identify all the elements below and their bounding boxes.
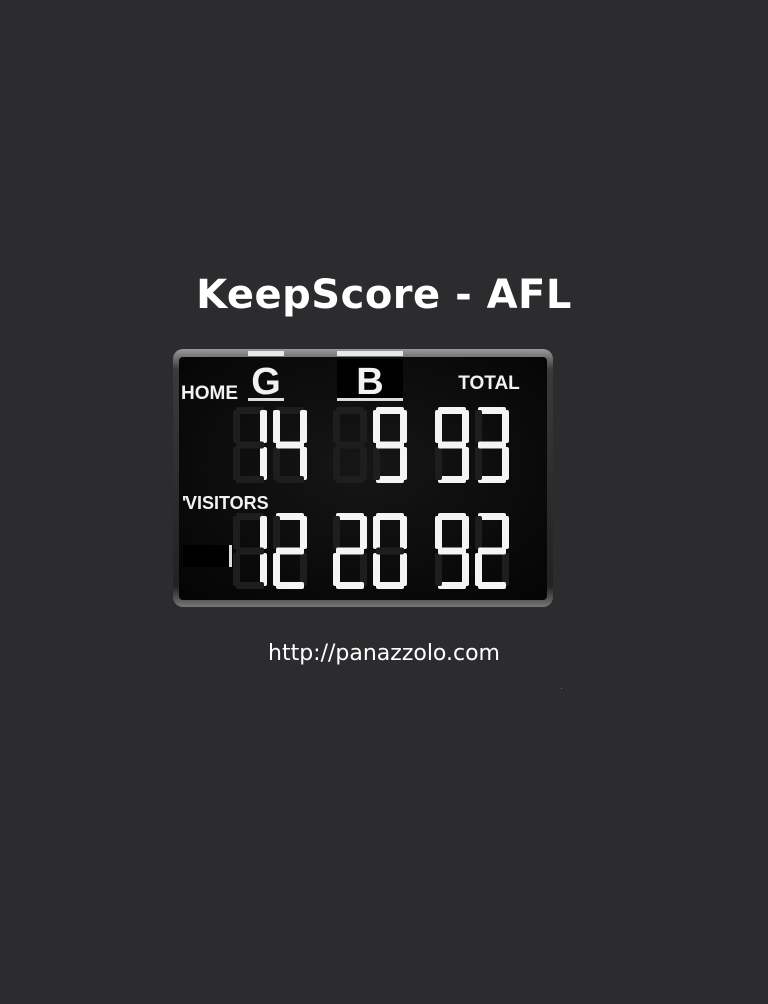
app-title: KeepScore - AFL [196,272,572,318]
scoreboard-logo: G B TOTAL HOME VISITORS ' [173,349,553,607]
total-header: TOTAL [458,373,520,394]
behinds-header: B [356,361,383,403]
home-label: HOME [181,383,238,404]
stray-dot [561,688,562,689]
goals-header: G [251,361,281,403]
visitors-label: VISITORS [185,493,269,513]
website-link[interactable]: http://panazzolo.com [0,641,768,666]
splash-screen: KeepScore - AFL G B TOTAL HOME VISITORS … [0,0,768,1004]
svg-text:': ' [182,493,186,513]
